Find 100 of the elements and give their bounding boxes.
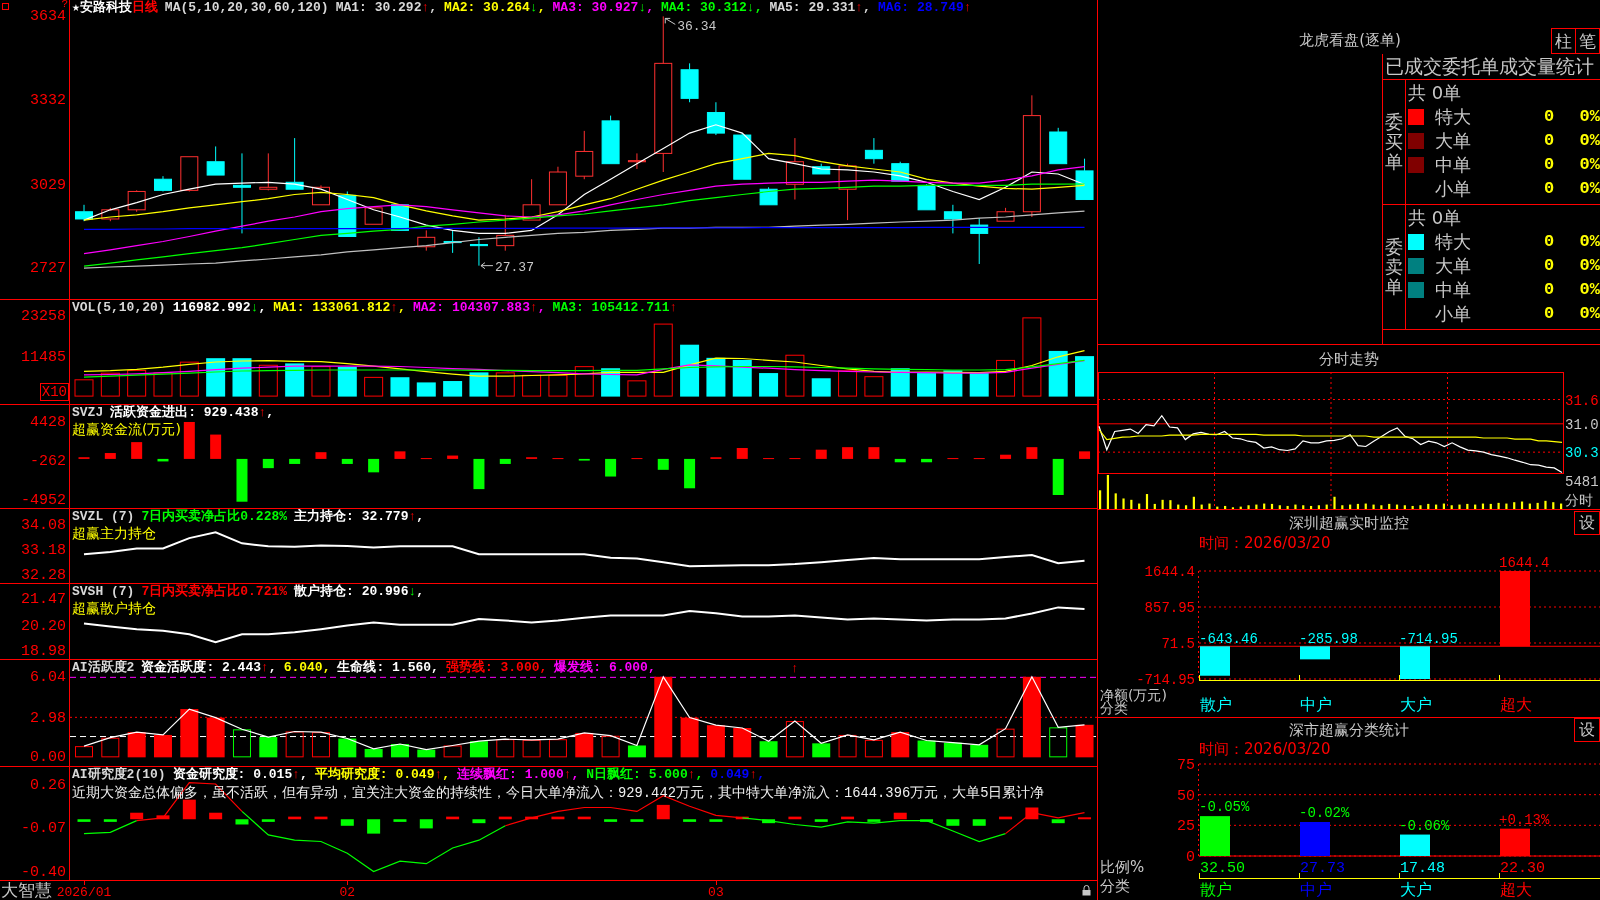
- lock-icon: [1082, 885, 1091, 896]
- axis-label: 25: [1177, 818, 1195, 836]
- axis-label: 11485: [21, 349, 66, 365]
- mode-button[interactable]: 笔: [1575, 28, 1600, 54]
- trend-arrow: ↓: [638, 0, 647, 15]
- legend-label: SVZL (7): [72, 509, 135, 524]
- trend-arrow: ↓: [746, 0, 755, 15]
- legend-label: 平均研究度: 0.049: [314, 767, 435, 782]
- trend-arrow: ↓: [250, 300, 259, 315]
- value-label: 27.73: [1300, 860, 1345, 877]
- legend-separator: ,: [429, 0, 438, 15]
- legend-label: 116982.992: [172, 300, 251, 315]
- panel-title: 龙虎看盘(逐单): [1299, 31, 1401, 49]
- category-label: 大户: [1400, 695, 1432, 714]
- candlestick: [759, 186, 778, 206]
- candlestick: [680, 62, 699, 103]
- legend-separator: ,: [322, 660, 331, 675]
- change-label: -0.02%: [1299, 805, 1350, 821]
- trend-arrow: ↓: [529, 0, 538, 15]
- research-bar: [683, 819, 697, 822]
- value-label: 32.50: [1200, 860, 1245, 877]
- side-label: 委买单: [1385, 112, 1403, 172]
- date-label: 02: [339, 885, 356, 900]
- category-label: 中户: [1300, 695, 1332, 714]
- legend-label: MA(5,10,20,30,60,120): [164, 0, 329, 15]
- candlestick: [206, 145, 225, 176]
- candlestick: [417, 229, 436, 252]
- legend-label: 资金活跃度: 2.443: [141, 660, 261, 675]
- legend-label: 活跃资金进出: 929.438: [110, 405, 259, 420]
- legend-label: MA3: 30.927: [552, 0, 639, 15]
- value-label: 17.48: [1400, 860, 1445, 877]
- legend-label: 连续飘红: 1.000: [457, 767, 564, 782]
- candlestick: [812, 163, 831, 175]
- legend-separator: ,: [442, 767, 451, 782]
- legend-label: SVSH (7): [72, 584, 135, 599]
- research-bar: [972, 819, 986, 826]
- axis-label: 857.95: [1144, 600, 1195, 616]
- settings-button[interactable]: 设: [1574, 718, 1600, 742]
- research-bar: [867, 819, 881, 822]
- legend-label: AI活跃度2: [72, 660, 135, 675]
- section-title: 深市超赢分类统计: [1289, 721, 1409, 739]
- trend-arrow: ↑: [855, 0, 864, 15]
- legend-separator: ,: [757, 767, 765, 782]
- percent-value: 0%: [1579, 154, 1600, 176]
- fund-flow-bar: [315, 452, 327, 459]
- legend-separator: ,: [266, 405, 275, 420]
- date-label: 03: [708, 885, 724, 900]
- legend-separator: ,: [268, 660, 277, 675]
- count-value: 0: [1543, 279, 1555, 301]
- fund-flow-bar: [499, 458, 511, 464]
- axis-label: 31.6: [1565, 392, 1599, 409]
- percent-value: 0%: [1579, 106, 1600, 128]
- trend-arrow: ↑: [434, 767, 443, 782]
- fund-flow-bar: [921, 458, 933, 463]
- legend-separator: ,: [571, 767, 580, 782]
- research-bar: [577, 816, 591, 820]
- mode-button[interactable]: 柱: [1551, 28, 1576, 54]
- fund-flow-bar: [104, 453, 116, 459]
- research-bar: [814, 819, 828, 822]
- order-size-label: 大单: [1435, 130, 1471, 152]
- settings-button[interactable]: 设: [1574, 510, 1600, 535]
- axis-label: 31.0: [1565, 416, 1599, 433]
- axis-label: 0: [1186, 849, 1195, 866]
- research-bar: [419, 819, 433, 829]
- candlestick: [785, 137, 804, 200]
- trend-arrow: ↑: [963, 0, 972, 15]
- legend-separator: ,: [537, 300, 546, 315]
- candlestick: [180, 156, 199, 192]
- candlestick: [864, 137, 883, 165]
- research-bar: [235, 819, 249, 825]
- value-label: 1644.4: [1499, 555, 1550, 571]
- legend-label: 7日内买卖净占比0.228%: [141, 509, 288, 524]
- legend-label: MA1: 30.292: [335, 0, 422, 15]
- legend-label: 爆发线: 6.000: [554, 660, 648, 675]
- order-size-label: 大单: [1435, 255, 1471, 277]
- fund-flow-bar: [868, 447, 880, 459]
- trend-arrow: ↑: [258, 405, 267, 420]
- legend-label: 0.049: [710, 767, 750, 782]
- axis-label: 21.47: [21, 591, 66, 607]
- change-label: +0.13%: [1499, 811, 1550, 828]
- fund-flow-bar: [368, 458, 380, 473]
- fund-flow-bar: [210, 434, 222, 459]
- trend-arrow: ↑: [529, 300, 538, 315]
- research-bar: [709, 819, 723, 822]
- change-label: -0.05%: [1199, 799, 1250, 816]
- axis-label: 2727: [30, 260, 66, 276]
- legend-label: MA4: 30.312: [661, 0, 747, 15]
- axis-label: 50: [1177, 787, 1195, 805]
- research-bar: [498, 816, 512, 820]
- chart-bar: [1400, 646, 1430, 679]
- section-title: 分时走势: [1319, 349, 1379, 368]
- fund-flow-bar: [578, 458, 590, 461]
- legend-separator: ,: [695, 767, 704, 782]
- candlestick: [733, 132, 752, 180]
- legend-separator: ,: [416, 509, 425, 524]
- candlestick: [101, 207, 120, 222]
- candlestick: [943, 204, 962, 234]
- candlestick: [127, 189, 146, 213]
- legend-label: AI研究度2(10): [72, 767, 166, 782]
- order-size-label: 中单: [1435, 279, 1471, 301]
